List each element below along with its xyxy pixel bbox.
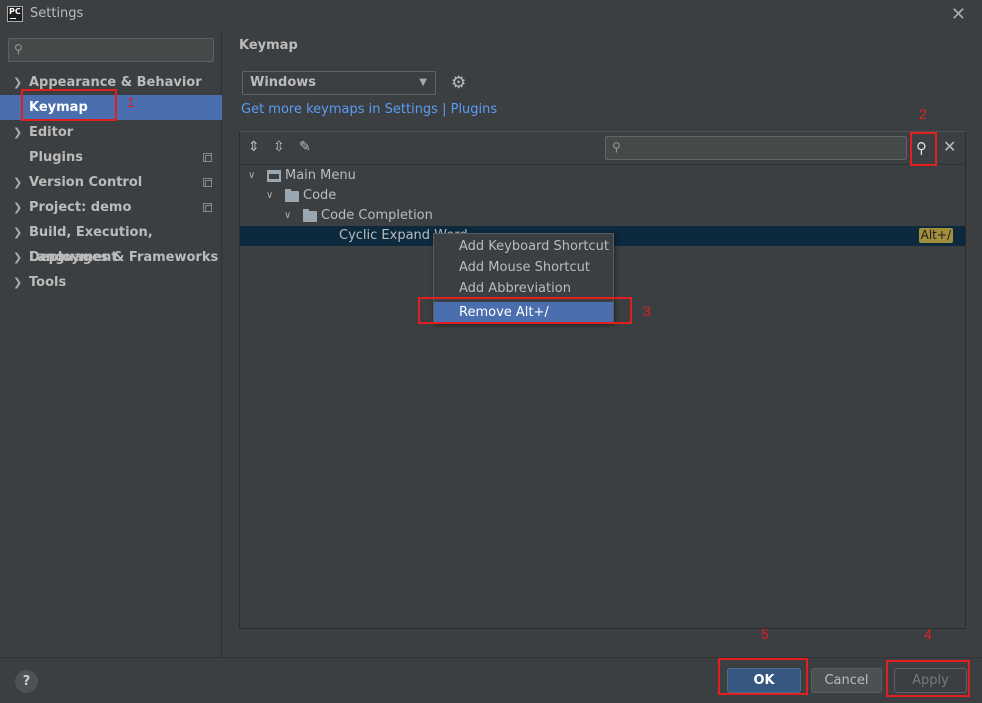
sidebar-item-tools[interactable]: ❯ Tools xyxy=(0,270,222,295)
keymap-panel: Keymap Windows ▼ ⚙ Get more keymaps in S… xyxy=(223,30,982,657)
sidebar-item-languages[interactable]: ❯ Languages & Frameworks xyxy=(0,245,222,270)
tree-node[interactable]: ∨ Code xyxy=(240,186,965,206)
search-icon: ⚲ xyxy=(612,140,621,154)
title-bar: PC Settings ✕ xyxy=(0,0,982,30)
chevron-right-icon: ❯ xyxy=(13,226,23,239)
sidebar-item-build[interactable]: ❯ Build, Execution, Deployment xyxy=(0,220,222,265)
menu-item-add-mouse-shortcut[interactable]: Add Mouse Shortcut xyxy=(434,257,613,278)
folder-icon xyxy=(303,209,317,222)
action-search-input[interactable]: ⚲ xyxy=(605,136,907,160)
annotation-box-ok xyxy=(718,658,808,695)
sidebar-item-project[interactable]: ❯ Project: demo xyxy=(0,195,222,220)
tree-node[interactable]: ∨ Code Completion xyxy=(240,206,965,226)
folder-icon xyxy=(285,189,299,202)
chevron-right-icon: ❯ xyxy=(13,276,23,289)
cancel-button[interactable]: Cancel xyxy=(811,668,882,693)
sidebar-item-plugins[interactable]: Plugins xyxy=(0,145,222,170)
expand-all-icon[interactable]: ⇕ xyxy=(248,139,260,155)
keymap-tree-panel: ⇕ ⇳ ✎ ⚲ ⚲ ✕ ∨ Main Menu ∨ Code ∨ Code Co… xyxy=(239,131,966,629)
annotation-number: 5 xyxy=(761,626,769,642)
chevron-down-icon: ∨ xyxy=(248,170,256,181)
chevron-right-icon: ❯ xyxy=(13,126,23,139)
dropdown-arrow-icon: ▼ xyxy=(419,77,427,88)
help-button[interactable]: ? xyxy=(15,670,38,693)
search-icon: ⚲ xyxy=(14,42,23,56)
project-scope-icon xyxy=(203,153,212,162)
annotation-box-remove xyxy=(418,297,632,324)
edit-pencil-icon[interactable]: ✎ xyxy=(299,139,311,155)
menu-item-add-keyboard-shortcut[interactable]: Add Keyboard Shortcut xyxy=(434,236,613,257)
annotation-box-filter xyxy=(910,132,937,166)
annotation-number: 2 xyxy=(919,106,927,122)
keymap-select[interactable]: Windows ▼ xyxy=(242,71,436,95)
menu-icon xyxy=(267,170,281,182)
menu-item-add-abbreviation[interactable]: Add Abbreviation xyxy=(434,278,613,299)
annotation-number: 1 xyxy=(127,94,135,110)
dialog-footer: ? OK Cancel Apply xyxy=(0,657,982,703)
page-title: Keymap xyxy=(239,38,298,53)
gear-icon[interactable]: ⚙ xyxy=(451,73,466,93)
tree-toolbar: ⇕ ⇳ ✎ ⚲ ⚲ ✕ xyxy=(240,132,965,165)
sidebar-search-input[interactable]: ⚲ xyxy=(8,38,214,62)
project-scope-icon xyxy=(203,178,212,187)
close-icon[interactable]: ✕ xyxy=(943,137,956,156)
collapse-all-icon[interactable]: ⇳ xyxy=(273,139,285,155)
chevron-right-icon: ❯ xyxy=(13,201,23,214)
chevron-down-icon: ∨ xyxy=(284,210,292,221)
tree-node[interactable]: ∨ Main Menu xyxy=(240,166,965,186)
settings-sidebar: ⚲ ❯ Appearance & Behavior Keymap ❯ Editor … xyxy=(0,30,222,657)
project-scope-icon xyxy=(203,203,212,212)
window-title: Settings xyxy=(30,6,84,21)
sidebar-item-editor[interactable]: ❯ Editor xyxy=(0,120,222,145)
get-more-keymaps-link[interactable]: Get more keymaps in Settings | Plugins xyxy=(241,102,497,117)
chevron-right-icon: ❯ xyxy=(13,251,23,264)
annotation-box-apply xyxy=(886,660,970,697)
annotation-number: 3 xyxy=(643,303,651,319)
chevron-down-icon: ∨ xyxy=(266,190,274,201)
annotation-number: 4 xyxy=(924,626,932,642)
annotation-box-keymap xyxy=(21,89,117,121)
shortcut-badge: Alt+/ xyxy=(918,228,953,243)
window-close-icon[interactable]: ✕ xyxy=(951,4,966,25)
sidebar-item-version-control[interactable]: ❯ Version Control xyxy=(0,170,222,195)
pycharm-logo-icon: PC xyxy=(7,6,23,22)
chevron-right-icon: ❯ xyxy=(13,176,23,189)
